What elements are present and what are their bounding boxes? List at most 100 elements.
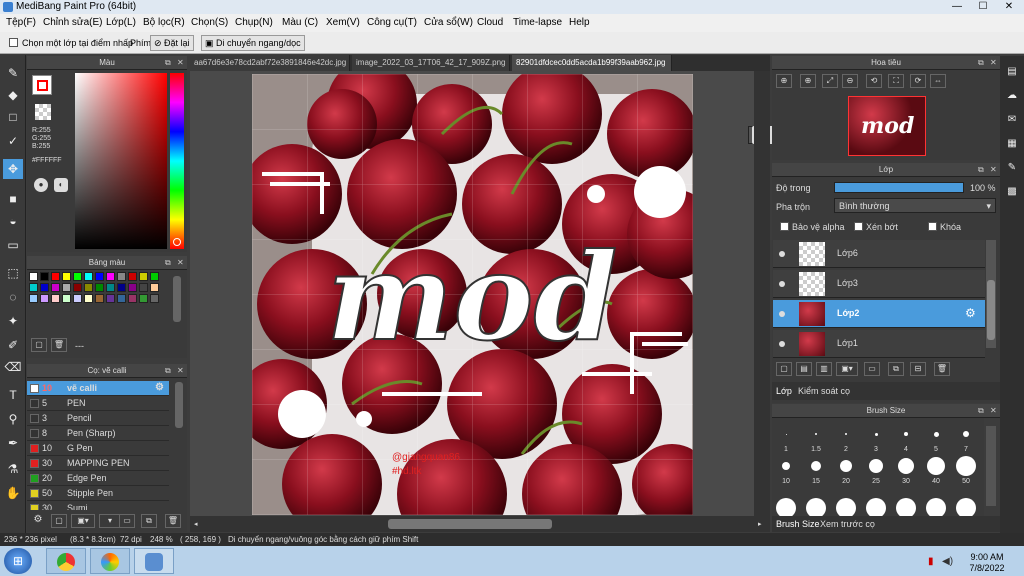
- color-swatch[interactable]: [117, 272, 126, 281]
- color-swatch[interactable]: [29, 272, 38, 281]
- tab-layer[interactable]: Lớp: [776, 386, 792, 396]
- color-swatch[interactable]: [84, 272, 93, 281]
- layer-row[interactable]: Lớp2 ⚙: [773, 300, 985, 328]
- color-settings-icon[interactable]: ◐: [54, 178, 68, 192]
- hand-tool-icon[interactable]: ✋: [3, 483, 23, 503]
- eyedropper-icon[interactable]: ✒: [3, 433, 23, 453]
- hue-slider[interactable]: [170, 73, 184, 249]
- panel-close-icon[interactable]: ✕: [177, 256, 184, 270]
- color-swatch[interactable]: [106, 272, 115, 281]
- duplicate-layer-icon[interactable]: ⧉: [888, 362, 904, 376]
- brush-gear-icon[interactable]: ⚙: [30, 514, 46, 528]
- dropper2-icon[interactable]: ⚗: [3, 459, 23, 479]
- lock-checkbox[interactable]: [928, 222, 937, 231]
- eraser-tool-icon[interactable]: ◆: [3, 85, 23, 105]
- color-swatch[interactable]: [51, 283, 60, 292]
- h-scroll-thumb[interactable]: [388, 519, 552, 529]
- layers-window-icon[interactable]: ▤: [1002, 62, 1022, 82]
- scroll-right-icon[interactable]: ▸: [758, 520, 762, 528]
- brush-item[interactable]: 10 vẽ calli ⚙: [27, 381, 169, 396]
- cloud-icon[interactable]: ☁: [1002, 86, 1022, 106]
- delete-brush-icon[interactable]: 🗑: [165, 514, 181, 528]
- menu-edit[interactable]: Chỉnh sửa(E): [43, 17, 103, 28]
- tab-brush-size[interactable]: Brush Size: [776, 519, 820, 529]
- visibility-icon[interactable]: [779, 281, 785, 287]
- brush-size-dot[interactable]: [815, 433, 817, 435]
- grid-icon[interactable]: ▩: [1002, 182, 1022, 202]
- color-swatch[interactable]: [150, 272, 159, 281]
- move-hv-button[interactable]: ▣ Di chuyển ngang/dọc: [201, 35, 305, 51]
- color-swatch[interactable]: [29, 283, 38, 292]
- color-swatch[interactable]: [62, 283, 71, 292]
- brush-size-dot[interactable]: [963, 431, 969, 437]
- brush-size-dot[interactable]: [898, 458, 914, 474]
- color-swatch[interactable]: [40, 272, 49, 281]
- palette-scrollbar[interactable]: [173, 276, 181, 322]
- palette-wheel-icon[interactable]: ●: [34, 178, 48, 192]
- float-icon[interactable]: ⧉: [978, 404, 984, 418]
- scroll-left-icon[interactable]: ◂: [194, 520, 198, 528]
- gear-icon[interactable]: ⚙: [155, 382, 164, 393]
- color-swatch[interactable]: [40, 283, 49, 292]
- brush-size-dot[interactable]: [956, 498, 976, 516]
- visibility-icon[interactable]: [779, 311, 785, 317]
- swatch-grid[interactable]: [29, 272, 159, 304]
- move-tool-icon[interactable]: ✥: [3, 159, 23, 179]
- rotate-left-icon[interactable]: ⟲: [866, 74, 882, 88]
- menu-select[interactable]: Chọn(S): [191, 17, 228, 28]
- color-swatch[interactable]: [106, 294, 115, 303]
- panel-close-icon[interactable]: ✕: [990, 163, 997, 177]
- brush-size-dot[interactable]: [806, 498, 826, 516]
- color-swatch[interactable]: [62, 272, 71, 281]
- menu-cloud[interactable]: Cloud: [477, 17, 503, 28]
- bg-color-swatch[interactable]: [35, 104, 51, 120]
- maximize-icon[interactable]: ☐: [970, 0, 996, 14]
- menu-view[interactable]: Xem(V): [326, 17, 360, 28]
- menu-filter[interactable]: Bộ lọc(R): [143, 17, 185, 28]
- hue-handle[interactable]: [173, 238, 181, 246]
- brush-item[interactable]: 50 Stipple Pen: [27, 486, 169, 501]
- color-swatch[interactable]: [139, 272, 148, 281]
- zoom-out-icon[interactable]: ⊖: [842, 74, 858, 88]
- add-layer-menu-icon[interactable]: ▣▾: [836, 362, 858, 376]
- color-swatch[interactable]: [62, 294, 71, 303]
- brush-size-dot[interactable]: [933, 431, 939, 437]
- chrome-taskbar-button[interactable]: [46, 548, 86, 574]
- merge-layer-icon[interactable]: ⊟: [910, 362, 926, 376]
- color-swatch[interactable]: [73, 294, 82, 303]
- brush-item[interactable]: 10 G Pen: [27, 441, 169, 456]
- fit-icon[interactable]: ⤢: [822, 74, 838, 88]
- brush-size-scrollbar[interactable]: [986, 426, 996, 506]
- reset-button[interactable]: ⊘ Đặt lại: [150, 35, 194, 51]
- magic-wand-icon[interactable]: ✦: [3, 311, 23, 331]
- artwork-canvas[interactable]: mod @giangquan86 #hd.ltk: [252, 74, 693, 515]
- new-layer-icon[interactable]: ▢: [776, 362, 792, 376]
- clip-checkbox[interactable]: [854, 222, 863, 231]
- rotate-right-icon[interactable]: ⟳: [910, 74, 926, 88]
- saturation-value-picker[interactable]: [75, 73, 167, 249]
- fit-window-icon[interactable]: ⛶: [888, 74, 904, 88]
- brush-size-dot[interactable]: [836, 498, 856, 516]
- brush-item[interactable]: 30 Sumi: [27, 501, 169, 510]
- brush-size-dot[interactable]: [956, 456, 976, 476]
- delete-layer-icon[interactable]: 🗑: [934, 362, 950, 376]
- float-icon[interactable]: ⧉: [165, 56, 171, 70]
- opacity-slider[interactable]: [834, 182, 964, 193]
- new-layer2-icon[interactable]: ▤: [796, 362, 812, 376]
- brush-size-dot[interactable]: [904, 432, 908, 436]
- float-icon[interactable]: ⧉: [165, 364, 171, 378]
- edit-icon[interactable]: ✎: [1002, 158, 1022, 178]
- panel-close-icon[interactable]: ✕: [990, 404, 997, 418]
- brush-size-dot[interactable]: [926, 498, 946, 516]
- brush-size-dot[interactable]: [866, 498, 886, 516]
- zoom-in-icon[interactable]: ⊕: [776, 74, 792, 88]
- rect-tool-icon[interactable]: □: [3, 107, 23, 127]
- color-swatch[interactable]: [106, 283, 115, 292]
- text-tool-icon[interactable]: T: [3, 385, 23, 405]
- fill-rect-tool-icon[interactable]: ■: [3, 189, 23, 209]
- bucket-tool-icon[interactable]: ◒: [3, 211, 23, 231]
- speaker-icon[interactable]: ◀): [942, 556, 953, 567]
- select-eraser-icon[interactable]: ⌫: [3, 357, 23, 377]
- start-button[interactable]: ⊞: [4, 548, 32, 574]
- app2-taskbar-button[interactable]: [90, 548, 130, 574]
